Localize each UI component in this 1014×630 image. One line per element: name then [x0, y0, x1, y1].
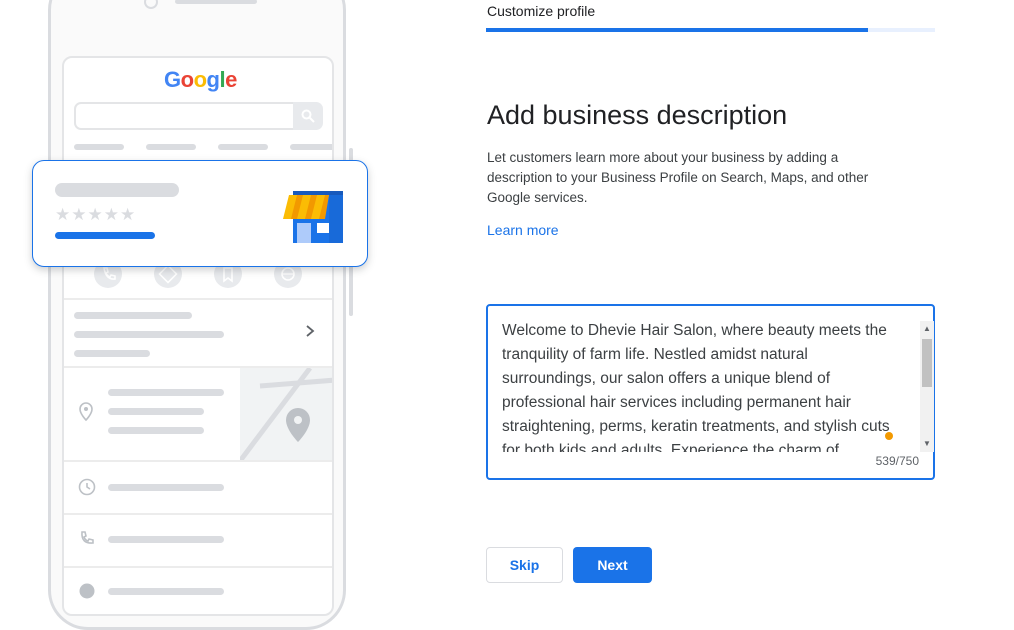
- chevron-right-icon: [304, 324, 316, 343]
- section-label: Customize profile: [487, 3, 596, 19]
- description-textarea[interactable]: Welcome to Dhevie Hair Salon, where beau…: [486, 304, 935, 480]
- map-icon: [240, 368, 332, 461]
- phone-screen: Google: [62, 56, 334, 616]
- cursor-indicator-dot: [885, 432, 893, 440]
- location-pin-icon: [78, 402, 94, 427]
- skeleton-line: [290, 144, 332, 150]
- storefront-icon: [283, 185, 345, 248]
- description-text: Let customers learn more about your busi…: [487, 150, 869, 205]
- skeleton-line: [55, 183, 179, 197]
- divider: [64, 298, 332, 300]
- page-title: Add business description: [487, 100, 788, 131]
- skeleton-line: [74, 144, 124, 150]
- skeleton-line: [108, 389, 224, 396]
- scroll-up-arrow-icon[interactable]: ▲: [923, 325, 931, 333]
- scroll-down-arrow-icon[interactable]: ▼: [923, 440, 931, 448]
- business-card-illustration: ★★★★★: [32, 160, 368, 267]
- divider: [64, 566, 332, 568]
- globe-icon: [78, 582, 96, 605]
- logo-letter: o: [193, 67, 207, 92]
- clock-icon: [78, 478, 96, 501]
- progress-bar: [486, 28, 935, 32]
- skeleton-line: [218, 144, 268, 150]
- skeleton-line: [108, 484, 224, 491]
- skeleton-line: [74, 312, 192, 319]
- scroll-thumb[interactable]: [922, 339, 932, 387]
- textarea-value[interactable]: Welcome to Dhevie Hair Salon, where beau…: [502, 319, 904, 452]
- learn-more-link[interactable]: Learn more: [487, 222, 559, 238]
- skip-button[interactable]: Skip: [486, 547, 563, 583]
- logo-letter: g: [206, 67, 220, 92]
- search-icon: [293, 102, 323, 130]
- google-logo: Google: [164, 67, 237, 93]
- phone-speaker: [175, 0, 257, 4]
- phone-camera: [144, 0, 158, 9]
- phone-icon: [78, 530, 96, 553]
- divider: [64, 513, 332, 515]
- progress-fill: [486, 28, 868, 32]
- search-bar-illustration: [74, 102, 322, 130]
- textarea-scrollbar[interactable]: ▲ ▼: [920, 321, 934, 452]
- divider: [64, 460, 332, 462]
- skeleton-line: [108, 536, 224, 543]
- rating-stars: ★★★★★: [55, 205, 137, 224]
- skeleton-line: [74, 350, 150, 357]
- logo-letter: G: [164, 67, 181, 92]
- character-counter: 539/750: [875, 454, 919, 468]
- skeleton-line: [108, 427, 204, 434]
- next-button[interactable]: Next: [573, 547, 652, 583]
- logo-letter: o: [180, 67, 194, 92]
- skeleton-line: [146, 144, 196, 150]
- logo-letter: e: [225, 67, 237, 92]
- highlight-bar: [55, 232, 155, 239]
- skeleton-line: [108, 408, 204, 415]
- skeleton-line: [74, 331, 224, 338]
- skeleton-line: [108, 588, 224, 595]
